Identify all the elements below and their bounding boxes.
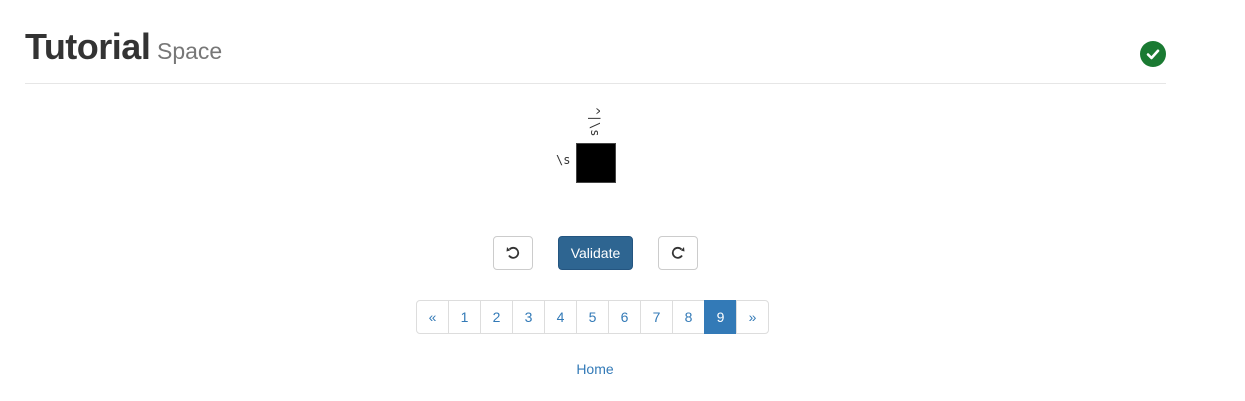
pagination: « 1 2 3 4 5 6 7 8 9 » — [416, 300, 769, 334]
page-link-4[interactable]: 4 — [544, 300, 577, 334]
undo-icon — [505, 244, 521, 263]
page-link-3[interactable]: 3 — [512, 300, 545, 334]
page-link-9[interactable]: 9 — [704, 300, 737, 334]
column-hint: ^|\s — [588, 107, 602, 137]
undo-button[interactable] — [493, 236, 533, 270]
validate-button[interactable]: Validate — [558, 236, 633, 270]
page-link-8[interactable]: 8 — [672, 300, 705, 334]
row-hint: \s — [556, 153, 571, 167]
page-link-1[interactable]: 1 — [448, 300, 481, 334]
page-link-2[interactable]: 2 — [480, 300, 513, 334]
page-link-5[interactable]: 5 — [576, 300, 609, 334]
page-link-7[interactable]: 7 — [640, 300, 673, 334]
redo-icon — [670, 244, 686, 263]
page-link-6[interactable]: 6 — [608, 300, 641, 334]
puzzle-grid: ^|\s \s — [0, 0, 1245, 200]
pagination-prev[interactable]: « — [416, 300, 449, 334]
redo-button[interactable] — [658, 236, 698, 270]
grid-cell[interactable] — [576, 143, 616, 183]
home-link[interactable]: Home — [0, 361, 1190, 377]
pagination-next[interactable]: » — [736, 300, 769, 334]
